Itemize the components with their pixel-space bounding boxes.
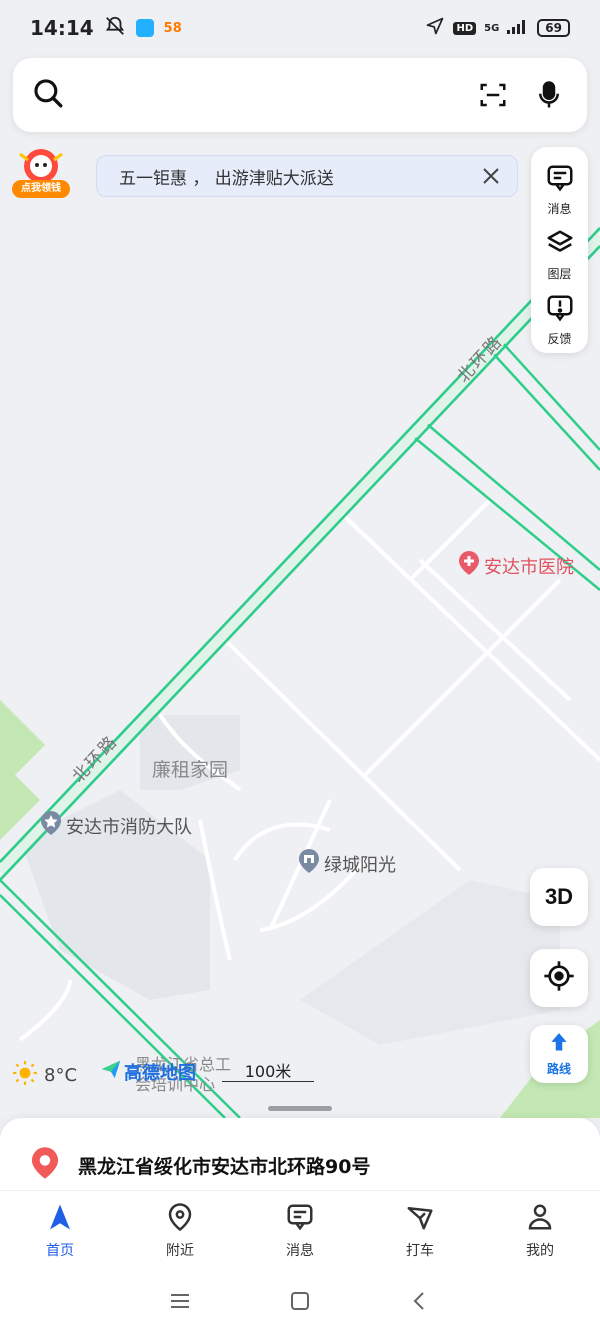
- tab-home[interactable]: 首页: [0, 1198, 120, 1264]
- poi-residential[interactable]: 绿城阳光: [298, 848, 396, 879]
- layers-icon: [544, 228, 576, 261]
- sheet-drag-handle[interactable]: [268, 1106, 332, 1111]
- search-bar[interactable]: [13, 58, 587, 132]
- poi-label: 绿城阳光: [324, 854, 396, 876]
- back-chevron-icon[interactable]: [400, 1281, 440, 1321]
- hd-badge: HD: [453, 21, 477, 35]
- sheet-divider: [0, 1190, 600, 1191]
- feedback-icon: [544, 293, 576, 326]
- location-arrow-icon: [425, 16, 445, 40]
- weather-widget[interactable]: 8°C: [12, 1060, 77, 1091]
- home-square-icon[interactable]: [280, 1281, 320, 1321]
- map-side-panel: 消息 图层 反馈: [531, 147, 588, 353]
- menu-icon[interactable]: [160, 1281, 200, 1321]
- locate-button[interactable]: [530, 949, 588, 1007]
- location-pin-icon: [30, 1146, 60, 1185]
- message-icon: [285, 1202, 315, 1236]
- signal-icon: [507, 18, 529, 38]
- navigation-arrow-icon: [45, 1202, 75, 1236]
- tab-label: 打车: [406, 1243, 434, 1259]
- mute-bell-icon: [104, 15, 126, 42]
- scan-icon[interactable]: [473, 75, 513, 115]
- side-item-label: 图层: [547, 266, 572, 281]
- poi-label: 安达市医院: [484, 556, 574, 578]
- status-bar: 14:14 58 HD 5G 69: [0, 0, 600, 56]
- tab-label: 我的: [526, 1243, 554, 1259]
- search-icon[interactable]: [31, 76, 65, 114]
- taxi-icon: [405, 1202, 435, 1236]
- hospital-pin-icon: [458, 550, 480, 581]
- system-nav-bar: [0, 1268, 600, 1333]
- tab-nearby[interactable]: 附近: [120, 1198, 240, 1264]
- app-notification-icon: [135, 19, 154, 37]
- tab-label: 消息: [286, 1243, 314, 1259]
- status-time: 14:14: [30, 16, 94, 40]
- route-label: 路线: [546, 1062, 571, 1076]
- 3d-toggle-button[interactable]: 3D: [530, 868, 588, 926]
- poi-label: 安达市消防大队: [66, 816, 192, 838]
- scale-label: 100米: [244, 1062, 292, 1081]
- crosshair-icon: [543, 960, 575, 996]
- poi-label: 廉租家园: [152, 759, 229, 781]
- temperature: 8°C: [44, 1065, 78, 1086]
- promo-banner[interactable]: 五一钜惠 ， 出游津贴大派送: [96, 155, 518, 197]
- banner-text: 五一钜惠 ， 出游津贴大派送: [119, 168, 334, 189]
- side-item-messages[interactable]: 消息: [531, 157, 588, 222]
- side-item-label: 消息: [547, 201, 572, 216]
- network-label: 5G: [484, 22, 500, 34]
- tab-messages[interactable]: 消息: [240, 1198, 360, 1264]
- address-text: 黑龙江省绥化市安达市北环路90号: [78, 1156, 371, 1178]
- promo-label[interactable]: 点我领钱: [12, 180, 70, 198]
- close-icon[interactable]: [479, 164, 503, 188]
- side-item-label: 反馈: [547, 332, 572, 347]
- building-pin-icon: [298, 848, 320, 879]
- logo-text: 高德地图: [124, 1062, 196, 1084]
- message-icon: [544, 163, 576, 196]
- poi-fire-brigade[interactable]: 安达市消防大队: [40, 810, 192, 841]
- route-arrow-icon: [546, 1031, 572, 1060]
- battery-indicator: 69: [537, 19, 570, 37]
- tab-taxi[interactable]: 打车: [360, 1198, 480, 1264]
- amap-arrow-icon: [100, 1058, 122, 1085]
- bottom-tabbar: 首页 附近 消息 打车 我的: [0, 1198, 600, 1264]
- 3d-label: 3D: [544, 884, 574, 909]
- tab-profile[interactable]: 我的: [480, 1198, 600, 1264]
- search-input[interactable]: [81, 83, 457, 107]
- app-badge: 58: [163, 20, 182, 36]
- tab-label: 附近: [166, 1243, 194, 1259]
- sun-icon: [12, 1060, 38, 1091]
- poi-hospital[interactable]: 安达市医院: [458, 550, 574, 581]
- route-button[interactable]: 路线: [530, 1025, 588, 1083]
- side-item-layers[interactable]: 图层: [531, 222, 588, 287]
- user-icon: [525, 1202, 555, 1236]
- location-pin-outline-icon: [165, 1202, 195, 1236]
- amap-logo: 高德地图: [100, 1058, 196, 1085]
- poi-area[interactable]: 廉租家园: [152, 755, 228, 782]
- map-scale: 100米: [222, 1058, 314, 1084]
- tab-label: 首页: [46, 1243, 74, 1259]
- star-pin-icon: [40, 810, 62, 841]
- side-item-feedback[interactable]: 反馈: [531, 288, 588, 353]
- current-address[interactable]: 黑龙江省绥化市安达市北环路90号: [30, 1146, 370, 1185]
- scale-bar: [222, 1081, 314, 1082]
- microphone-icon[interactable]: [529, 75, 569, 115]
